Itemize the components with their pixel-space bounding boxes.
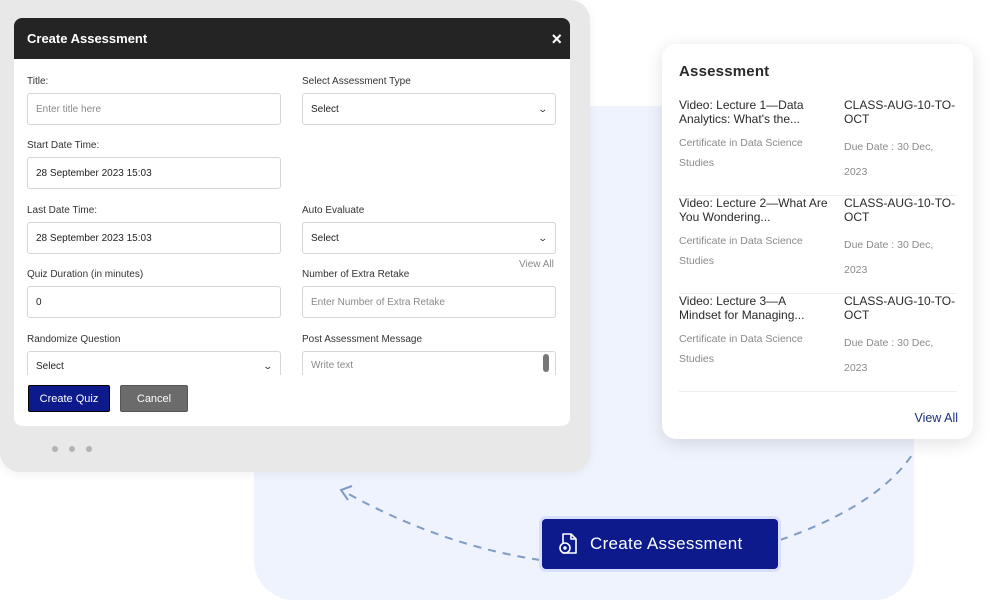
post-message-textarea[interactable]: Write text <box>302 351 556 375</box>
chevron-down-icon: ⌄ <box>537 103 549 114</box>
dot <box>86 446 92 452</box>
item-title: Video: Lecture 1—Data Analytics: What's … <box>679 98 804 126</box>
item-course: Certificate in Data Science Studies <box>679 333 803 365</box>
pagination-dots <box>52 446 92 452</box>
device-frame: Create Assessment × Title: Enter title h… <box>0 0 590 472</box>
close-icon[interactable]: × <box>551 30 562 48</box>
retake-input[interactable]: Enter Number of Extra Retake <box>302 286 556 318</box>
item-class: CLASS-AUG-10-TO-OCT <box>844 294 956 322</box>
start-date-label: Start Date Time: <box>27 140 100 151</box>
chevron-down-icon: ⌄ <box>262 361 274 371</box>
randomize-select[interactable]: Select ⌄ <box>27 351 281 375</box>
stage: Create Assessment × Title: Enter title h… <box>0 0 994 601</box>
title-field: Title: Enter title here <box>27 76 281 125</box>
item-course: Certificate in Data Science Studies <box>679 137 803 169</box>
duration-label: Quiz Duration (in minutes) <box>27 269 144 280</box>
assessment-card: Assessment Video: Lecture 1—Data Analyti… <box>662 44 973 439</box>
item-due-date: Due Date : 30 Dec, 2023 <box>844 337 934 374</box>
create-assessment-button[interactable]: Create Assessment <box>542 519 778 569</box>
item-title: Video: Lecture 3—A Mindset for Managing.… <box>679 294 805 322</box>
last-date-label: Last Date Time: <box>27 205 98 216</box>
duration-input[interactable]: 0 <box>27 286 281 318</box>
cancel-button[interactable]: Cancel <box>120 385 188 412</box>
chevron-down-icon: ⌄ <box>537 232 549 243</box>
assessment-type-select[interactable]: Select ⌄ <box>302 93 556 125</box>
title-input[interactable]: Enter title here <box>27 93 281 125</box>
item-title: Video: Lecture 2—What Are You Wondering.… <box>679 196 828 224</box>
randomize-label: Randomize Question <box>27 334 121 345</box>
item-due-date: Due Date : 30 Dec, 2023 <box>844 239 934 276</box>
list-item[interactable]: Video: Lecture 3—A Mindset for Managing.… <box>679 294 957 392</box>
randomize-value: Select <box>36 361 64 372</box>
item-course: Certificate in Data Science Studies <box>679 235 803 267</box>
auto-evaluate-select[interactable]: Select ⌄ <box>302 222 556 254</box>
post-message-placeholder: Write text <box>311 360 354 371</box>
document-gear-icon <box>559 533 577 554</box>
assessment-type-label: Select Assessment Type <box>302 76 411 87</box>
create-assessment-label: Create Assessment <box>590 534 743 553</box>
create-assessment-modal: Create Assessment × Title: Enter title h… <box>14 18 570 426</box>
modal-title: Create Assessment <box>27 31 148 46</box>
assessment-card-title: Assessment <box>679 63 770 80</box>
assessment-type-field: Select Assessment Type Select ⌄ <box>302 76 556 125</box>
dot <box>52 446 58 452</box>
item-due-date: Due Date : 30 Dec, 2023 <box>844 141 934 178</box>
dot <box>69 446 75 452</box>
randomize-field: Randomize Question Select ⌄ <box>27 334 281 375</box>
last-date-input[interactable]: 28 September 2023 15:03 <box>27 222 281 254</box>
post-message-label: Post Assessment Message <box>302 334 423 345</box>
assessment-type-value: Select <box>311 103 339 115</box>
start-date-field: Start Date Time: 28 September 2023 15:03 <box>27 140 281 189</box>
create-quiz-button[interactable]: Create Quiz <box>28 385 110 412</box>
title-label: Title: <box>27 76 49 87</box>
post-message-field: Post Assessment Message Write text <box>302 334 556 375</box>
auto-evaluate-label: Auto Evaluate <box>302 205 365 216</box>
scrollbar-thumb[interactable] <box>543 354 549 372</box>
start-date-input[interactable]: 28 September 2023 15:03 <box>27 157 281 189</box>
duration-field: Quiz Duration (in minutes) 0 <box>27 269 281 318</box>
auto-evaluate-field: Auto Evaluate Select ⌄ <box>302 205 556 254</box>
auto-evaluate-value: Select <box>311 232 339 244</box>
retake-label: Number of Extra Retake <box>302 269 410 280</box>
modal-header: Create Assessment × <box>14 18 570 59</box>
item-class: CLASS-AUG-10-TO-OCT <box>844 98 956 126</box>
view-all-link[interactable]: View All <box>914 411 958 425</box>
list-item[interactable]: Video: Lecture 1—Data Analytics: What's … <box>679 98 957 196</box>
list-item[interactable]: Video: Lecture 2—What Are You Wondering.… <box>679 196 957 294</box>
item-class: CLASS-AUG-10-TO-OCT <box>844 196 956 224</box>
retake-field: Number of Extra Retake Enter Number of E… <box>302 269 556 318</box>
last-date-field: Last Date Time: 28 September 2023 15:03 <box>27 205 281 254</box>
